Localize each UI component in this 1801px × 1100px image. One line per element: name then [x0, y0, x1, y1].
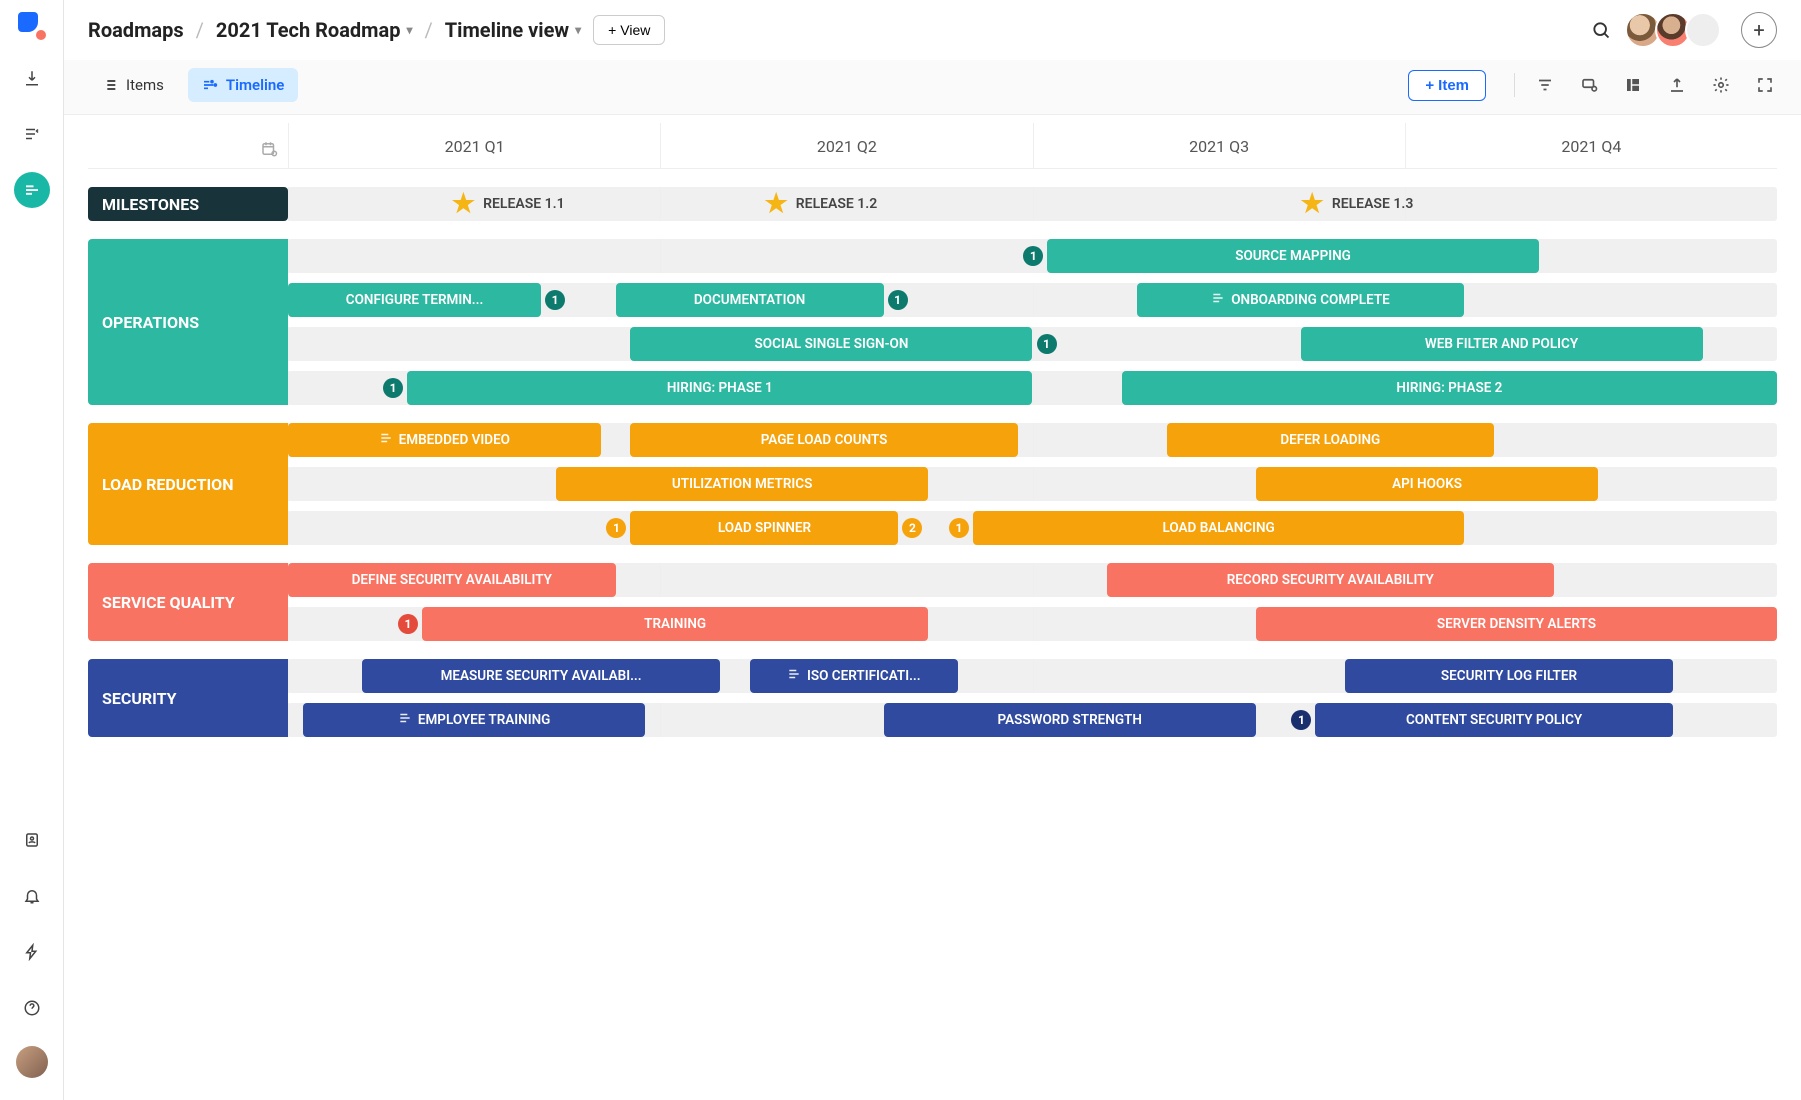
filter-icon[interactable]	[1533, 73, 1557, 97]
count-badge[interactable]: 1	[545, 290, 565, 310]
timeline-item[interactable]: ONBOARDING COMPLETE	[1137, 283, 1465, 317]
timeline-item[interactable]: UTILIZATION METRICS	[556, 467, 928, 501]
timeline-item[interactable]: WEB FILTER AND POLICY	[1301, 327, 1703, 361]
timeline-item[interactable]: DOCUMENTATION	[616, 283, 884, 317]
timeline-item[interactable]: LOAD BALANCING	[973, 511, 1464, 545]
count-badge[interactable]: 1	[1023, 246, 1043, 266]
timeline-item[interactable]: SERVER DENSITY ALERTS	[1256, 607, 1777, 641]
timeline-item[interactable]: SOURCE MAPPING	[1047, 239, 1538, 273]
quarter-header: 2021 Q2	[660, 123, 1032, 168]
timeline-item[interactable]: CONFIGURE TERMIN...	[288, 283, 541, 317]
timeline-item[interactable]: SECURITY LOG FILTER	[1345, 659, 1673, 693]
subtasks-icon	[787, 667, 801, 685]
layout-icon[interactable]	[1621, 73, 1645, 97]
timeline-item[interactable]: API HOOKS	[1256, 467, 1598, 501]
lane-load-reduction: LOAD REDUCTION	[88, 423, 288, 545]
quarter-header: 2021 Q1	[288, 123, 660, 168]
chevron-down-icon: ▾	[406, 23, 412, 37]
timeline-item[interactable]: MEASURE SECURITY AVAILABI...	[362, 659, 719, 693]
timeline-item[interactable]: DEFINE SECURITY AVAILABILITY	[288, 563, 616, 597]
plus-icon: +	[1425, 77, 1434, 94]
chevron-down-icon: ▾	[575, 23, 581, 37]
subtasks-icon	[379, 431, 393, 449]
count-badge[interactable]: 2	[902, 518, 922, 538]
timeline-item[interactable]: TRAINING	[422, 607, 928, 641]
add-view-button[interactable]: +View	[593, 15, 665, 45]
tab-items[interactable]: Items	[88, 68, 178, 102]
gear-icon[interactable]	[1709, 73, 1733, 97]
count-badge[interactable]: 1	[888, 290, 908, 310]
timeline-item[interactable]: ISO CERTIFICATI...	[750, 659, 958, 693]
lane-milestones: MILESTONES	[88, 187, 288, 221]
count-badge[interactable]: 1	[398, 614, 418, 634]
invite-button[interactable]: +	[1741, 12, 1777, 48]
fullscreen-icon[interactable]	[1753, 73, 1777, 97]
count-badge[interactable]: 1	[606, 518, 626, 538]
list-icon	[102, 77, 118, 93]
count-badge[interactable]: 1	[383, 378, 403, 398]
lane-security: SECURITY	[88, 659, 288, 737]
download-icon[interactable]	[14, 60, 50, 96]
timeline-item[interactable]: EMPLOYEE TRAINING	[303, 703, 645, 737]
breadcrumb-root[interactable]: Roadmaps	[88, 18, 184, 42]
star-icon: ★	[1301, 191, 1324, 217]
breadcrumb-view[interactable]: Timeline view▾	[445, 18, 581, 42]
subtasks-icon	[398, 711, 412, 729]
timeline-item[interactable]: SOCIAL SINGLE SIGN-ON	[630, 327, 1032, 361]
timeline-icon	[202, 77, 218, 93]
search-icon[interactable]	[1583, 12, 1619, 48]
avatar[interactable]	[1685, 12, 1721, 48]
tab-timeline[interactable]: Timeline	[188, 68, 298, 102]
date-settings-icon[interactable]	[260, 140, 278, 162]
milestone[interactable]: ★RELEASE 1.3	[1301, 191, 1414, 217]
timeline-item[interactable]: DEFER LOADING	[1167, 423, 1495, 457]
presence-avatars	[1631, 12, 1721, 48]
tasks-icon[interactable]	[14, 116, 50, 152]
app-logo[interactable]	[18, 12, 46, 40]
export-icon[interactable]	[1665, 73, 1689, 97]
timeline-item[interactable]: PAGE LOAD COUNTS	[630, 423, 1017, 457]
lane-service-quality: SERVICE QUALITY	[88, 563, 288, 641]
timeline-item[interactable]: RECORD SECURITY AVAILABILITY	[1107, 563, 1554, 597]
breadcrumb-bar: Roadmaps / 2021 Tech Roadmap▾ / Timeline…	[64, 0, 1801, 60]
milestone[interactable]: ★RELEASE 1.2	[764, 191, 877, 217]
link-icon[interactable]	[1577, 73, 1601, 97]
count-badge[interactable]: 1	[1291, 710, 1311, 730]
view-toolbar: Items Timeline +Item	[64, 60, 1801, 115]
timeline-item[interactable]: LOAD SPINNER	[630, 511, 898, 545]
lane-operations: OPERATIONS	[88, 239, 288, 405]
breadcrumb-project[interactable]: 2021 Tech Roadmap▾	[216, 18, 413, 42]
quarter-header: 2021 Q4	[1405, 123, 1777, 168]
help-icon[interactable]	[14, 990, 50, 1026]
star-icon: ★	[764, 191, 787, 217]
bolt-icon[interactable]	[14, 934, 50, 970]
timeline-item[interactable]: PASSWORD STRENGTH	[884, 703, 1256, 737]
nav-sidebar	[0, 0, 64, 1100]
milestone[interactable]: ★RELEASE 1.1	[452, 191, 565, 217]
bell-icon[interactable]	[14, 878, 50, 914]
user-avatar[interactable]	[16, 1046, 48, 1078]
new-item-button[interactable]: +Item	[1408, 70, 1486, 101]
quarter-header: 2021 Q3	[1033, 123, 1405, 168]
timeline-item[interactable]: EMBEDDED VIDEO	[288, 423, 601, 457]
timeline-item[interactable]: CONTENT SECURITY POLICY	[1315, 703, 1672, 737]
count-badge[interactable]: 1	[1037, 334, 1057, 354]
star-icon: ★	[452, 191, 475, 217]
contacts-icon[interactable]	[14, 822, 50, 858]
timeline-item[interactable]: HIRING: PHASE 1	[407, 371, 1032, 405]
timeline-board: 2021 Q12021 Q22021 Q32021 Q4 MILESTONES …	[64, 115, 1801, 1100]
count-badge[interactable]: 1	[949, 518, 969, 538]
plus-icon: +	[608, 22, 616, 38]
roadmap-icon[interactable]	[14, 172, 50, 208]
timeline-item[interactable]: HIRING: PHASE 2	[1122, 371, 1777, 405]
subtasks-icon	[1211, 291, 1225, 309]
